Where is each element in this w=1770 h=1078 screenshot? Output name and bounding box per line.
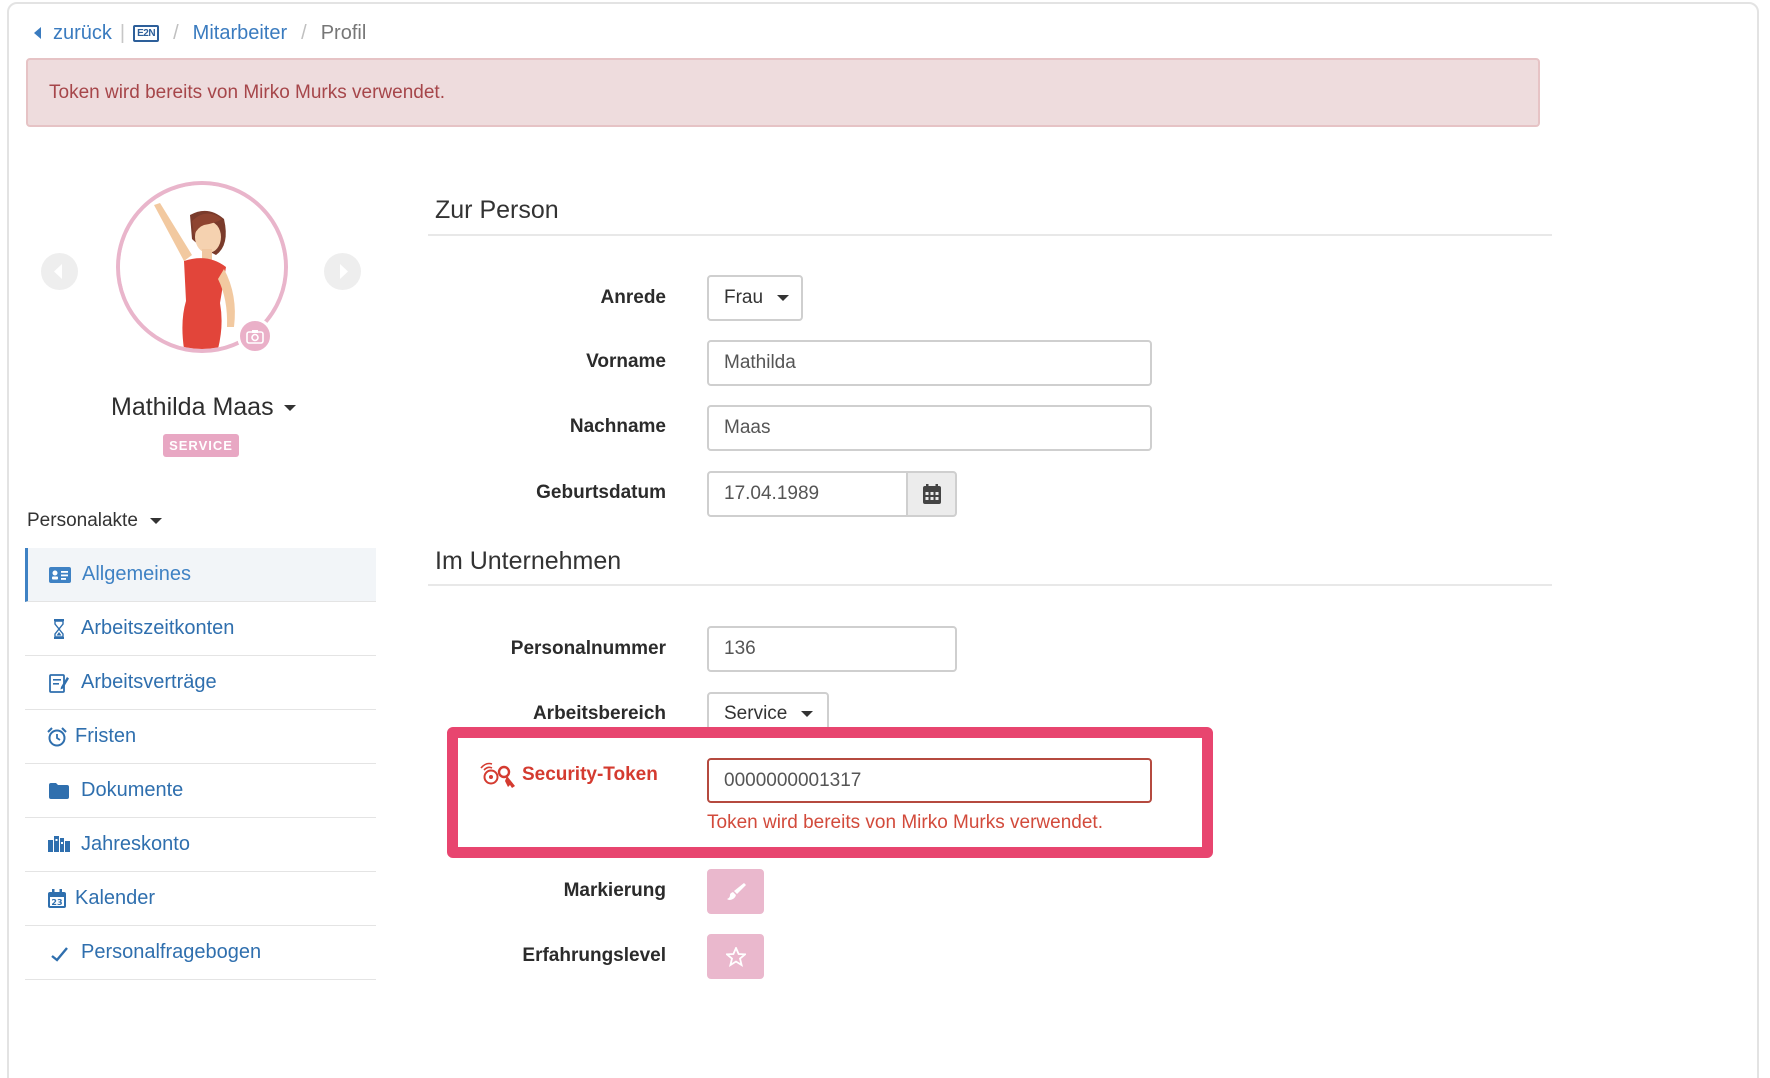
geburtsdatum-label: Geburtsdatum [536, 482, 666, 503]
svg-text:23: 23 [51, 898, 62, 907]
security-token-field[interactable]: 0000000001317 [707, 758, 1152, 803]
previous-employee-button[interactable] [41, 253, 78, 290]
breadcrumb-item-profil: Profil [320, 21, 367, 44]
geburtsdatum-field[interactable]: 17.04.1989 [707, 471, 908, 517]
arrow-left-icon [54, 264, 62, 279]
markierung-button[interactable] [707, 869, 764, 914]
vorname-label: Vorname [586, 351, 666, 372]
erfahrungslevel-button[interactable] [707, 934, 764, 979]
profile-name-dropdown[interactable]: Mathilda Maas [111, 393, 296, 422]
arrow-right-icon [340, 264, 348, 279]
personalakte-label: Personalakte [27, 510, 138, 531]
nachname-label: Nachname [569, 416, 666, 437]
avatar [116, 181, 288, 354]
sidebar-item-label: Allgemeines [82, 563, 191, 585]
markierung-label: Markierung [563, 880, 666, 901]
back-caret-icon[interactable] [34, 27, 41, 39]
camera-icon [246, 329, 264, 344]
alarm-clock-icon [45, 726, 69, 748]
breadcrumb: zurück | E2N / Mitarbeiter / Profil [34, 20, 366, 46]
breadcrumb-separator: / [173, 21, 179, 44]
sidebar-item-kalender[interactable]: 23 Kalender [25, 872, 376, 926]
sidebar-item-fristen[interactable]: Fristen [25, 710, 376, 764]
e2n-logo[interactable]: E2N [133, 24, 160, 42]
section-divider [428, 234, 1552, 236]
section-divider [428, 584, 1552, 586]
calendar-icon [922, 484, 941, 504]
sidebar-item-label: Arbeitsverträge [81, 671, 217, 693]
questionnaire-icon [47, 942, 71, 964]
personalakte-dropdown[interactable]: Personalakte [27, 510, 162, 532]
chevron-down-icon [801, 711, 814, 717]
sidebar-item-label: Arbeitszeitkonten [81, 617, 235, 639]
next-employee-button[interactable] [324, 253, 361, 290]
role-badge: SERVICE [163, 434, 239, 457]
calendar-icon: 23 [45, 888, 69, 910]
breadcrumb-item-mitarbeiter[interactable]: Mitarbeiter [193, 22, 287, 45]
nachname-field[interactable]: Maas [707, 405, 1152, 451]
section-title-company: Im Unternehmen [435, 547, 622, 575]
anrede-value: Frau [724, 287, 764, 308]
security-token-label: Security-Token [478, 760, 658, 790]
id-card-icon [48, 564, 72, 586]
sidebar-item-label: Dokumente [81, 779, 184, 801]
sidebar-item-label: Kalender [75, 887, 156, 909]
personalnummer-label: Personalnummer [510, 638, 666, 659]
security-token-icon [480, 762, 515, 788]
arbeitsbereich-label: Arbeitsbereich [532, 703, 666, 724]
breadcrumb-separator: / [301, 21, 307, 44]
sidebar-item-allgemeines[interactable]: Allgemeines [25, 548, 376, 602]
sidebar-item-label: Jahreskonto [81, 833, 190, 855]
folder-icon [47, 780, 71, 802]
sidebar-item-arbeitsvertraege[interactable]: Arbeitsverträge [25, 656, 376, 710]
sidebar-item-jahreskonto[interactable]: Jahreskonto [25, 818, 376, 872]
anrede-select[interactable]: Frau [707, 275, 803, 321]
error-alert: Token wird bereits von Mirko Murks verwe… [26, 58, 1540, 127]
security-token-error: Token wird bereits von Mirko Murks verwe… [707, 812, 1103, 833]
sidebar-item-label: Fristen [75, 725, 137, 747]
sidebar-item-dokumente[interactable]: Dokumente [25, 764, 376, 818]
paintbrush-icon [726, 882, 746, 900]
sidebar-item-personalfragebogen[interactable]: Personalfragebogen [25, 926, 376, 980]
breadcrumb-divider: | [119, 21, 126, 44]
year-account-icon [47, 834, 71, 856]
change-photo-button[interactable] [237, 318, 273, 354]
personalnummer-field[interactable]: 136 [707, 626, 957, 672]
sidebar-item-label: Personalfragebogen [81, 941, 262, 963]
vorname-field[interactable]: Mathilda [707, 340, 1152, 386]
contract-edit-icon [47, 672, 71, 694]
erfahrungslevel-label: Erfahrungslevel [522, 945, 666, 966]
datepicker-button[interactable] [906, 471, 957, 517]
sidebar-item-arbeitszeitkonten[interactable]: Arbeitszeitkonten [25, 602, 376, 656]
back-link[interactable]: zurück [53, 22, 112, 45]
chevron-down-icon [283, 404, 296, 411]
star-icon [725, 946, 746, 967]
profile-name: Mathilda Maas [111, 393, 274, 421]
chevron-down-icon [777, 295, 790, 301]
arbeitsbereich-value: Service [724, 703, 788, 724]
section-title-person: Zur Person [435, 196, 559, 224]
anrede-label: Anrede [600, 287, 666, 308]
chevron-down-icon [149, 518, 162, 524]
hourglass-icon [47, 618, 71, 640]
security-token-label-text: Security-Token [522, 764, 658, 785]
personalakte-menu: Allgemeines Arbeitszeitkonten Arbeitsver… [25, 548, 376, 980]
